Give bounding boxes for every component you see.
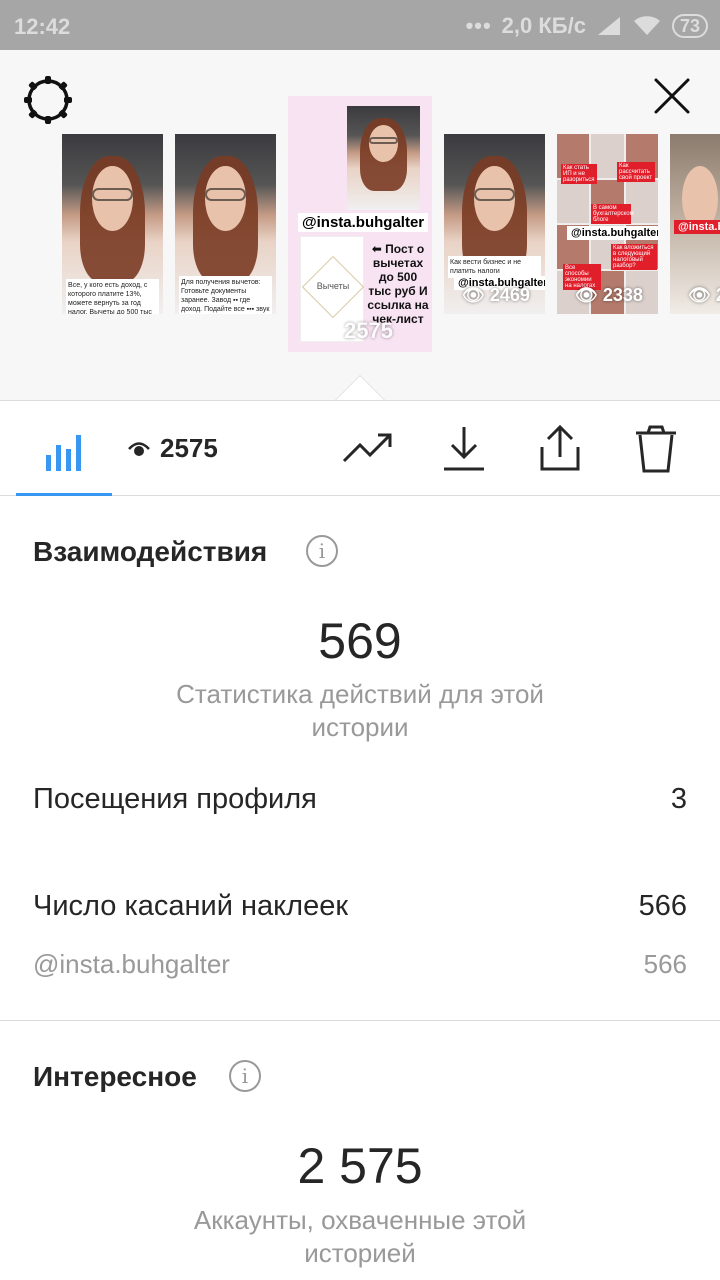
section-divider bbox=[0, 1020, 720, 1021]
delete-button[interactable] bbox=[628, 423, 684, 475]
bar-chart-icon bbox=[46, 435, 81, 471]
download-icon bbox=[444, 427, 484, 471]
collage-label: В самом бухгалтерском блоге bbox=[591, 204, 634, 224]
mention-sticker: @insta.buhgalter bbox=[674, 220, 720, 234]
eye-icon: 👁 bbox=[575, 285, 598, 305]
story-views-value: 2 bbox=[716, 285, 720, 305]
post-word: Вычеты bbox=[316, 281, 350, 291]
collage-label: Как рассчитать свой проект bbox=[617, 162, 655, 182]
sticker-taps-label: Число касаний наклеек bbox=[33, 890, 349, 922]
close-button[interactable] bbox=[650, 74, 694, 118]
story-views: 👁 2469 bbox=[462, 285, 530, 306]
story-thumbnail[interactable]: Для получения вычетов: Готовьте документ… bbox=[175, 134, 276, 314]
selection-pointer bbox=[336, 376, 384, 400]
glasses-shape bbox=[92, 188, 133, 201]
collage-cell bbox=[557, 179, 590, 223]
story-thumbnail-selected[interactable]: @insta.buhgalter Вычеты ⬅ Пост о вычетах… bbox=[288, 96, 432, 352]
discovery-caption: Аккаунты, охваченные этой историей bbox=[193, 1205, 527, 1268]
discovery-total: 2 575 bbox=[297, 1138, 423, 1194]
eye-icon: 👁 bbox=[462, 285, 485, 305]
wifi-icon bbox=[633, 16, 660, 35]
download-button[interactable] bbox=[436, 423, 492, 475]
mention-sticker: @insta.buhgalter bbox=[567, 226, 658, 240]
trending-up-icon bbox=[342, 433, 392, 463]
active-tab-underline bbox=[16, 493, 112, 496]
sticker-handle-value: 566 bbox=[643, 949, 687, 979]
interactions-total: 569 bbox=[318, 613, 402, 669]
settings-button[interactable] bbox=[22, 74, 74, 126]
story-caption: Все, у кого есть доход, с которого плати… bbox=[66, 279, 159, 314]
story-thumbnail[interactable]: Все, у кого есть доход, с которого плати… bbox=[62, 134, 163, 314]
glasses-shape bbox=[205, 188, 246, 201]
close-icon bbox=[654, 78, 690, 114]
eye-icon bbox=[128, 441, 150, 456]
mention-sticker: @insta.buhgalter bbox=[298, 213, 429, 232]
info-icon[interactable]: i bbox=[306, 535, 338, 567]
interactions-caption: Статистика действий для этой истории bbox=[176, 679, 544, 742]
info-icon[interactable]: i bbox=[229, 1060, 261, 1092]
view-count-value: 2575 bbox=[160, 433, 218, 463]
view-count: 2575 bbox=[128, 433, 218, 464]
settings-gear-icon bbox=[24, 76, 72, 124]
story-toolbar: 2575 bbox=[0, 400, 720, 496]
insights-button[interactable] bbox=[340, 423, 396, 475]
network-speed: 2,0 КБ/с bbox=[501, 13, 586, 38]
story-preview-area: Все, у кого есть доход, с которого плати… bbox=[0, 50, 720, 400]
signal-icon bbox=[597, 17, 620, 35]
story-views: 👁 2 bbox=[688, 285, 720, 306]
trash-icon bbox=[636, 425, 676, 473]
interactions-title: Взаимодействия bbox=[33, 536, 268, 567]
tab-statistics[interactable] bbox=[16, 401, 112, 496]
collage-label: Как вложиться в следующий налоговый разб… bbox=[611, 244, 657, 270]
discovery-title: Интересное bbox=[33, 1061, 197, 1092]
story-caption: Как вести бизнес и не платить налоги bbox=[448, 256, 541, 278]
story-thumbnail[interactable]: Как вести бизнес и не платить налоги @in… bbox=[444, 134, 545, 314]
story-photo bbox=[347, 106, 420, 210]
eye-icon: 👁 bbox=[688, 285, 711, 305]
share-button[interactable] bbox=[532, 423, 588, 475]
glasses-shape bbox=[474, 188, 515, 201]
story-caption: Для получения вычетов: Готовьте документ… bbox=[179, 276, 272, 314]
story-views-value: 2338 bbox=[602, 285, 643, 305]
collage-label: Как стать ИП и не разориться bbox=[561, 164, 597, 184]
glasses-shape bbox=[368, 137, 399, 145]
story-views: 2575 bbox=[344, 318, 393, 343]
profile-visits-value: 3 bbox=[670, 783, 687, 815]
profile-visits-label: Посещения профиля bbox=[33, 783, 317, 815]
status-bar: 12:42 ••• 2,0 КБ/с 73 bbox=[0, 0, 720, 50]
share-icon bbox=[540, 424, 580, 471]
story-thumbnail[interactable]: Как стать ИП и не разориться Как рассчит… bbox=[557, 134, 658, 314]
status-right: ••• 2,0 КБ/с 73 bbox=[466, 13, 708, 39]
battery-indicator: 73 bbox=[671, 14, 708, 38]
status-dots: ••• bbox=[465, 13, 492, 38]
status-time: 12:42 bbox=[14, 14, 71, 39]
story-views-value: 2469 bbox=[489, 285, 530, 305]
story-side-text: ⬅ Пост о вычетах до 500 тыс руб И ссылка… bbox=[367, 242, 429, 326]
sticker-taps-value: 566 bbox=[638, 890, 687, 922]
story-views: 👁 2338 bbox=[575, 285, 643, 306]
story-thumbnail[interactable]: @insta.buhgalter 👁 2 bbox=[670, 134, 720, 314]
sticker-handle-label: @insta.buhgalter bbox=[33, 949, 230, 979]
